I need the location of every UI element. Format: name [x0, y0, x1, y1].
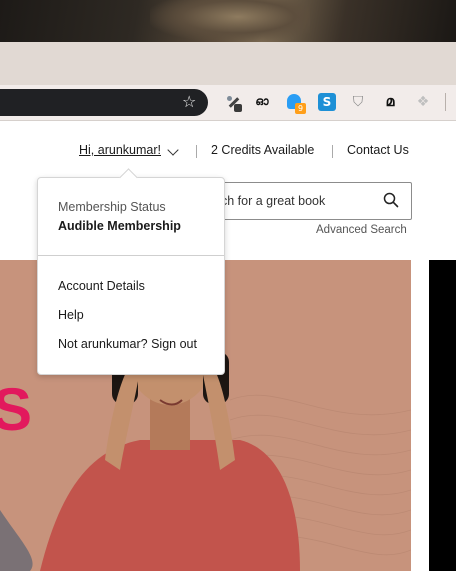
- malayalam-icon[interactable]: മ: [381, 93, 399, 111]
- search-icon[interactable]: [383, 192, 399, 208]
- search-input[interactable]: ch for a great book: [200, 182, 412, 220]
- toolbar-divider: [445, 93, 446, 111]
- bookmark-star-icon[interactable]: ☆: [182, 92, 196, 111]
- address-bar[interactable]: ☆: [0, 89, 208, 116]
- contact-us-link[interactable]: Contact Us: [347, 143, 409, 159]
- sign-out-link[interactable]: Not arunkumar? Sign out: [58, 337, 197, 351]
- menu-divider: [38, 255, 224, 256]
- credits-available: 2 Credits Available: [211, 143, 315, 157]
- search-placeholder: ch for a great book: [221, 194, 326, 208]
- membership-status-label: Membership Status: [58, 200, 166, 214]
- ghost-badge: 9: [295, 103, 306, 114]
- dropdown-arrow: [119, 168, 138, 187]
- browser-tab-strip: [0, 42, 456, 85]
- nav-divider: [332, 145, 333, 158]
- ghost-icon[interactable]: 9: [286, 93, 306, 114]
- account-details-link[interactable]: Account Details: [58, 279, 145, 293]
- hero-text-fragment: S: [0, 376, 33, 443]
- grid-icon[interactable]: ❖: [414, 93, 432, 111]
- nav-divider: [196, 145, 197, 158]
- advanced-search-link[interactable]: Advanced Search: [316, 224, 407, 236]
- chevron-down-icon[interactable]: [167, 144, 179, 156]
- membership-status-value: Audible Membership: [58, 219, 181, 233]
- eyedropper-icon[interactable]: [224, 93, 242, 112]
- carousel-next-panel[interactable]: [429, 260, 456, 571]
- help-link[interactable]: Help: [58, 308, 84, 322]
- browser-toolbar: ☆ ഓ 9 S ⛉ മ ❖: [0, 85, 456, 121]
- pocket-icon[interactable]: ⛉: [349, 93, 367, 111]
- account-menu-toggle[interactable]: Hi, arunkumar!: [79, 143, 161, 159]
- s-extension-icon[interactable]: S: [318, 93, 336, 111]
- account-dropdown-menu: Membership Status Audible Membership Acc…: [37, 168, 225, 375]
- wallpaper-landscape: [150, 0, 310, 42]
- glasses-icon[interactable]: ഓ: [253, 93, 271, 111]
- desktop-wallpaper: [0, 0, 456, 42]
